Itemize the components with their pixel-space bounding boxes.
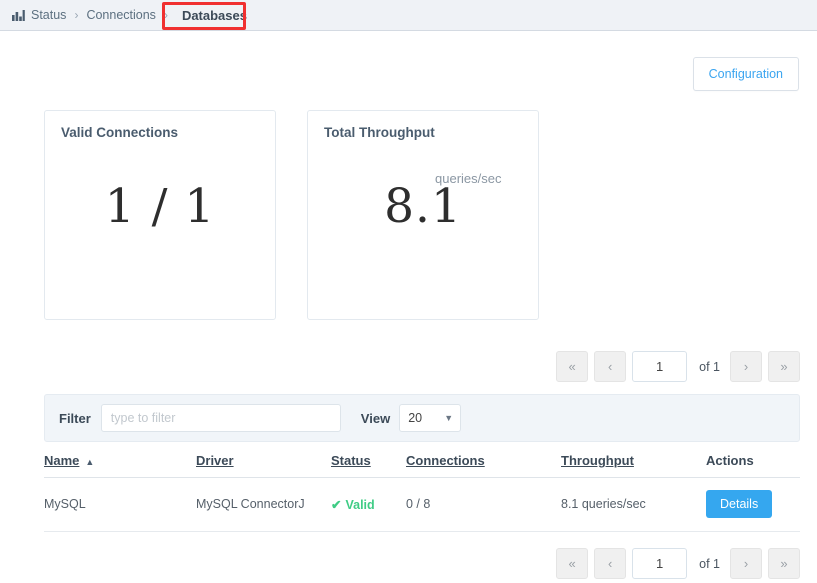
column-header-throughput[interactable]: Throughput [561,453,706,478]
bar-chart-icon [12,9,25,21]
pagination-last-button[interactable]: » [768,351,800,382]
pagination-top: « ‹ of 1 › » [0,351,817,382]
column-header-actions: Actions [706,453,800,478]
breadcrumb-item-databases[interactable]: Databases [176,5,253,26]
view-label: View [360,410,391,426]
filter-input[interactable] [100,404,341,432]
pagination-page-input[interactable] [632,351,688,382]
column-header-connections[interactable]: Connections [406,453,561,478]
pagination-last-button[interactable]: » [768,548,800,579]
pagination-total-label: of 1 [699,359,720,374]
cell-connections: 0 / 8 [406,477,561,532]
column-header-name[interactable]: Name ▲ [44,453,196,478]
pagination-first-button[interactable]: « [556,548,589,579]
breadcrumb: Status › Connections › Databases [0,0,817,31]
pagination-total-label: of 1 [699,556,720,571]
card-title: Total Throughput [324,125,435,140]
main-content: Configuration Valid Connections 1 / 1 To… [0,31,817,579]
card-value: 8.1 [384,179,462,234]
breadcrumb-separator: › [163,8,168,22]
details-button[interactable]: Details [706,490,773,518]
view-page-size-value: 20 [408,411,423,425]
pagination-prev-button[interactable]: ‹ [594,351,627,382]
pagination-next-button[interactable]: › [730,351,762,382]
card-value-wrap: 8.1 [308,183,538,230]
cell-name: MySQL [44,477,196,532]
column-header-name-label[interactable]: Name [44,453,79,468]
status-badge-label: Valid [345,497,375,512]
table-row: MySQL MySQL ConnectorJ ✔ Valid 0 / 8 8.1 … [44,477,800,532]
card-value: 1 / 1 [104,179,216,234]
column-header-status-label[interactable]: Status [331,453,371,468]
column-header-driver-label[interactable]: Driver [196,453,234,468]
card-total-throughput: Total Throughput queries/sec 8.1 [307,110,539,320]
column-header-connections-label[interactable]: Connections [406,453,485,468]
column-header-actions-label: Actions [706,453,754,468]
stat-cards: Valid Connections 1 / 1 Total Throughput… [0,91,817,320]
breadcrumb-separator: › [74,8,79,22]
pagination-prev-button[interactable]: ‹ [594,548,627,579]
status-badge: ✔ Valid [331,498,375,512]
pagination-next-button[interactable]: › [730,548,762,579]
column-header-status[interactable]: Status [331,453,406,478]
pagination-bottom: « ‹ of 1 › » [0,548,817,579]
configuration-button[interactable]: Configuration [692,57,799,91]
column-header-throughput-label[interactable]: Throughput [561,453,634,468]
cell-status: ✔ Valid [331,477,406,532]
table-header-row: Name ▲ Driver Status Connections Throughp… [44,453,800,478]
databases-table: Name ▲ Driver Status Connections Throughp… [44,453,800,532]
cell-actions: Details [706,477,800,532]
cell-throughput: 8.1 queries/sec [561,477,706,532]
column-header-driver[interactable]: Driver [196,453,331,478]
filter-bar: Filter View 20 ▼ [44,394,800,442]
card-value-wrap: 1 / 1 [45,183,275,230]
card-valid-connections: Valid Connections 1 / 1 [44,110,276,320]
chevron-down-icon: ▼ [444,413,454,423]
page-root: Status › Connections › Databases Configu… [0,0,817,583]
breadcrumb-item-connections[interactable]: Connections [86,8,156,22]
filter-label: Filter [59,410,91,426]
pagination-page-input[interactable] [632,548,688,579]
breadcrumb-item-status[interactable]: Status [31,8,66,22]
pagination-first-button[interactable]: « [556,351,589,382]
check-icon: ✔ [331,497,342,512]
cell-driver: MySQL ConnectorJ [196,477,331,532]
sort-asc-icon: ▲ [85,456,95,467]
card-title: Valid Connections [61,125,179,140]
toolbar: Configuration [0,31,817,91]
view-page-size-select[interactable]: 20 ▼ [399,404,462,432]
